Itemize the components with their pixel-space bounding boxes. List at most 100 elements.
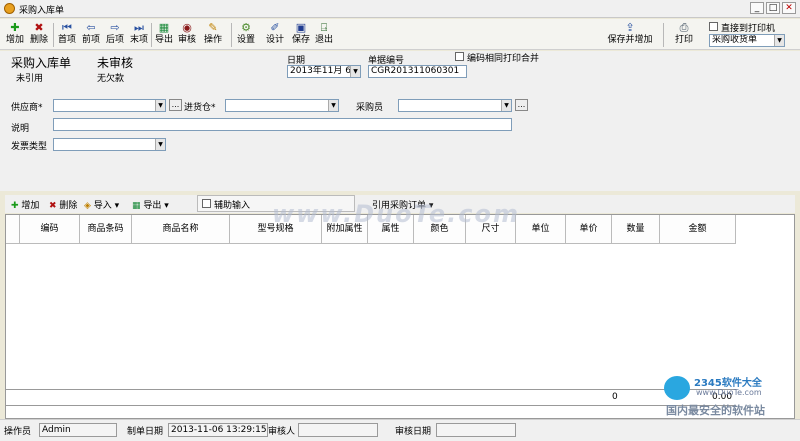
debt-status: 无欠款	[97, 74, 125, 84]
ref-status: 未引用	[16, 74, 44, 84]
col-header-unit[interactable]: 单位	[516, 215, 566, 244]
direct-print-checkbox[interactable]	[709, 22, 718, 31]
prev-button[interactable]: ⇦ 前项	[80, 20, 102, 49]
buyer-browse-button[interactable]: ...	[515, 99, 528, 111]
title-bar: 采购入库单 _ □ ✕	[0, 0, 800, 18]
close-button[interactable]: ✕	[782, 2, 796, 14]
gear-icon: ⚙	[241, 21, 251, 34]
col-header-amount[interactable]: 金额	[660, 215, 736, 244]
add-icon: ✚	[11, 201, 19, 211]
save-icon: ▣	[295, 21, 307, 34]
excel-icon: ▦	[158, 21, 170, 34]
export-button[interactable]: ▦ 导出	[153, 20, 175, 49]
import-icon: ◈	[84, 201, 91, 211]
docno-field[interactable]: CGR201311060301	[368, 65, 467, 78]
grid-row-header	[6, 215, 20, 244]
supplier-label: 供应商*	[11, 103, 43, 113]
next-icon: ⇨	[110, 21, 120, 34]
direct-print-label: 直接到打印机	[721, 24, 776, 34]
invoice-select[interactable]: ▼	[53, 138, 166, 151]
supplier-select[interactable]: ▼	[53, 99, 166, 112]
logo-text: 2345软件大全	[694, 378, 762, 389]
merge-print-checkbox[interactable]	[455, 52, 464, 61]
col-header-qty[interactable]: 数量	[612, 215, 660, 244]
mascot-icon	[664, 376, 690, 400]
col-header-price[interactable]: 单价	[566, 215, 612, 244]
save-add-icon: ⇪	[625, 21, 635, 34]
grid-export-button[interactable]: ▦ 导出 ▾	[132, 198, 169, 211]
status-bar: 操作员 Admin 制单日期 2013-11-06 13:29:15 审核人 审…	[0, 419, 800, 441]
delete-icon: ✖	[49, 201, 57, 211]
delete-button[interactable]: ✖ 删除	[28, 20, 50, 49]
excel-icon: ▦	[132, 201, 141, 211]
supplier-browse-button[interactable]: ...	[169, 99, 182, 111]
exit-button[interactable]: ⍈ 退出	[313, 20, 335, 49]
auditor-label: 审核人	[268, 427, 296, 437]
chevron-down-icon: ▼	[155, 139, 165, 150]
audit-icon: ◉	[182, 21, 192, 34]
doc-title: 采购入库单	[11, 56, 72, 70]
prev-icon: ⇦	[86, 21, 96, 34]
exit-icon: ⍈	[320, 21, 328, 34]
print-template-select[interactable]: 采购收货单 ▼	[709, 34, 785, 47]
date-field[interactable]: 2013年11月 6日 ▼	[287, 65, 361, 78]
audit-date-field	[436, 423, 516, 437]
first-button[interactable]: ⏮ 首项	[56, 20, 78, 49]
settings-button[interactable]: ⚙ 设置	[234, 20, 258, 49]
warehouse-select[interactable]: ▼	[225, 99, 339, 112]
remark-label: 说明	[11, 124, 30, 134]
audit-status: 未审核	[97, 56, 134, 70]
buyer-select[interactable]: ▼	[398, 99, 512, 112]
invoice-label: 发票类型	[11, 142, 48, 152]
audit-date-label: 审核日期	[395, 427, 432, 437]
design-button[interactable]: ✐ 设计	[261, 20, 289, 49]
watermark-logo: 2345软件大全 www.DuoTe.com 国内最安全的软件站	[662, 372, 796, 418]
print-button[interactable]: ⎙ 打印	[667, 20, 701, 49]
operate-button[interactable]: ✎ 操作	[199, 20, 227, 49]
design-icon: ✐	[270, 21, 280, 34]
col-header-code[interactable]: 编码	[20, 215, 80, 244]
app-icon	[4, 3, 15, 14]
chevron-down-icon: ▼	[501, 100, 511, 111]
last-icon: ⏭	[134, 21, 144, 34]
make-date-label: 制单日期	[127, 427, 164, 437]
add-icon: ✚	[10, 21, 20, 34]
watermark-text: www.DuoTe.com	[272, 200, 520, 228]
first-icon: ⏮	[62, 21, 72, 34]
grid-import-button[interactable]: ◈ 导入 ▾	[84, 198, 119, 211]
merge-print-label: 编码相同打印合并	[467, 54, 540, 64]
save-add-button[interactable]: ⇪ 保存并增加	[604, 20, 656, 49]
last-button[interactable]: ⏭ 末项	[128, 20, 150, 49]
add-button[interactable]: ✚ 增加	[4, 20, 26, 49]
next-button[interactable]: ⇨ 后项	[104, 20, 126, 49]
main-toolbar: ✚ 增加 ✖ 删除 ⏮ 首项 ⇦ 前项 ⇨ 后项 ⏭ 末项 ▦ 导出 ◉ 审核 ✎ 操作 ⚙ 设置 …	[0, 19, 800, 50]
warehouse-label: 进货仓*	[184, 103, 216, 113]
minimize-button[interactable]: _	[750, 2, 764, 14]
delete-icon: ✖	[34, 21, 44, 34]
buyer-label: 采购员	[356, 103, 384, 113]
audit-button[interactable]: ◉ 审核	[176, 20, 198, 49]
grid-add-button[interactable]: ✚ 增加	[11, 198, 39, 211]
chevron-down-icon: ▼	[774, 35, 784, 46]
window-title: 采购入库单	[19, 6, 65, 16]
grid-delete-button[interactable]: ✖ 删除	[49, 198, 77, 211]
maximize-button[interactable]: □	[766, 2, 780, 14]
chevron-down-icon: ▼	[328, 100, 338, 111]
logo-slogan: 国内最安全的软件站	[666, 404, 765, 417]
document-header: 采购入库单 未审核 未引用 无欠款 日期 2013年11月 6日 ▼ 单据编号 C…	[0, 51, 800, 191]
remark-field[interactable]	[53, 118, 512, 131]
footer-qty: 0	[612, 392, 618, 402]
auditor-field	[298, 423, 378, 437]
col-header-barcode[interactable]: 商品条码	[80, 215, 132, 244]
chevron-down-icon: ▼	[350, 66, 360, 77]
make-date-field: 2013-11-06 13:29:15	[168, 423, 268, 437]
col-header-name[interactable]: 商品名称	[132, 215, 230, 244]
grid-footer: 0 0.00	[6, 389, 736, 406]
chevron-down-icon: ▼	[155, 100, 165, 111]
operator-label: 操作员	[4, 427, 32, 437]
operator-field: Admin	[39, 423, 117, 437]
save-button[interactable]: ▣ 保存	[290, 20, 312, 49]
assist-input-checkbox[interactable]	[202, 199, 211, 208]
logo-url: www.DuoTe.com	[696, 388, 762, 397]
assist-input-label: 辅助输入	[214, 201, 251, 211]
